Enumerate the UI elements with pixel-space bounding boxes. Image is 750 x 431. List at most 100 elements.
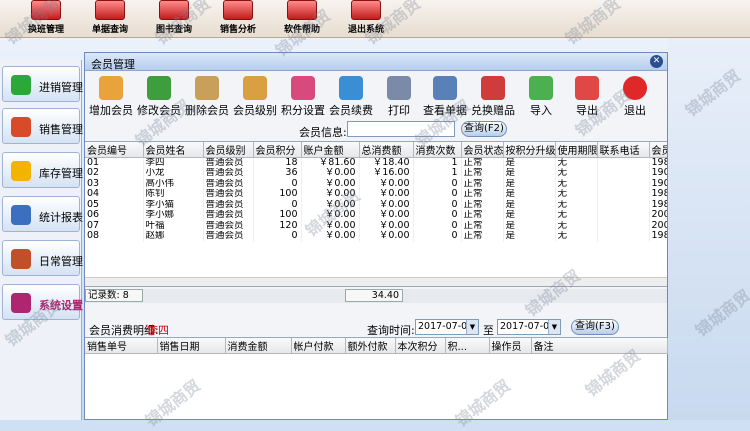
detail-column-header[interactable]: 销售日期 [157,338,226,354]
import-icon [529,76,553,100]
member-level-icon [243,76,267,100]
table-cell: 0 [413,220,462,231]
table-row[interactable]: 05李小猫普通会员0￥0.00￥0.000正常是无1981-8- [85,199,667,210]
column-header[interactable]: 会员积分 [253,142,302,158]
column-header[interactable]: 使用期限 [555,142,598,158]
table-row[interactable]: 06李小娜普通会员100￥0.00￥0.000正常是无2005-8- [85,210,667,221]
member-level-button[interactable]: 会员级别 [231,76,279,118]
table-cell: 1 [413,168,462,179]
detail-column-header[interactable]: 帐户付款 [291,338,346,354]
table-cell: 普通会员 [203,178,254,189]
table-cell: 1986-8- [649,157,667,168]
detail-column-header[interactable]: 积... [445,338,490,354]
column-header[interactable]: 会员级别 [203,142,254,158]
table-cell: 正常 [461,199,504,210]
table-cell: 高小伟 [143,178,204,189]
table-cell: 普通会员 [203,210,254,221]
table-row[interactable]: 04陈钊普通会员100￥0.00￥0.000正常是无1981-8- [85,189,667,200]
table-cell: 无 [555,220,598,231]
table-row[interactable]: 07叶福普通会员120￥0.00￥0.000正常是无2005-8- [85,220,667,231]
detail-member-name: 李四 [147,324,169,337]
table-cell: 0 [413,178,462,189]
import-button[interactable]: 导入 [517,76,565,118]
print-button[interactable]: 打印 [375,76,423,118]
table-cell: 普通会员 [203,231,254,242]
sidebar-item-daily[interactable]: 日常管理 [2,240,83,276]
table-cell: 1 [413,157,462,168]
table-cell: ￥81.60 [301,157,360,168]
sales-analysis-button[interactable]: 销售分析 [210,0,266,36]
table-cell: ￥0.00 [359,178,414,189]
window-titlebar: 会员管理 ✕ [85,53,667,71]
table-cell: 0 [413,189,462,200]
detail-query-button[interactable]: 查询(F3) [571,319,619,335]
search-label: 会员信息: [299,126,347,139]
redeem-gift-button[interactable]: 兑换赠品 [469,76,517,118]
table-cell: 是 [503,189,556,200]
sidebar-item-sales[interactable]: 销售管理 [2,108,83,144]
table-cell: 正常 [461,178,504,189]
table-cell: ￥0.00 [301,168,360,179]
printer-icon [387,76,411,100]
points-icon [291,76,315,100]
chevron-down-icon[interactable]: ▼ [466,320,478,334]
table-cell: 是 [503,199,556,210]
table-cell [597,157,650,168]
table-cell [597,168,650,179]
detail-column-header[interactable]: 额外付款 [345,338,396,354]
table-cell: 07 [85,220,144,231]
table-cell: 叶福 [143,220,204,231]
column-header[interactable]: 按积分升级 [503,142,556,158]
add-member-icon [99,76,123,100]
table-cell: 正常 [461,220,504,231]
detail-column-header[interactable]: 消费金额 [225,338,292,354]
table-cell: 普通会员 [203,168,254,179]
detail-column-header[interactable]: 销售单号 [85,338,158,354]
column-header[interactable]: 会员生日 [649,142,667,158]
sidebar-item-inventory[interactable]: 库存管理 [2,152,83,188]
table-row[interactable]: 03高小伟普通会员0￥0.00￥0.000正常是无1909-8- [85,178,667,189]
points-settings-button[interactable]: 积分设置 [279,76,327,118]
column-header[interactable]: 总消费额 [359,142,414,158]
table-cell: 1981-8- [649,199,667,210]
table-cell [597,231,650,242]
table-cell: 1905-8- [649,168,667,179]
table-cell: 普通会员 [203,157,254,168]
table-cell: 是 [503,231,556,242]
column-header[interactable]: 会员编号 [85,142,144,158]
sidebar-item-purchase[interactable]: 进销管理 [2,66,83,102]
table-row[interactable]: 08赵娜普通会员0￥0.00￥0.000正常是无1987-8- [85,231,667,242]
table-cell: 无 [555,199,598,210]
export-icon [575,76,599,100]
table-cell: 100 [253,189,302,200]
date-to-field[interactable]: 2017-07-04 ▼ [497,319,561,335]
detail-column-header[interactable]: 备注 [531,338,668,354]
table-cell: ￥0.00 [359,199,414,210]
table-cell: 是 [503,210,556,221]
chevron-down-icon[interactable]: ▼ [548,320,560,334]
member-renew-button[interactable]: 会员续费 [327,76,375,118]
sidebar-item-reports[interactable]: 统计报表 [2,196,83,232]
table-cell: 0 [413,199,462,210]
table-row[interactable]: 01李四普通会员18￥81.60￥18.401正常是无 1986-8- [85,157,667,168]
table-cell: 04 [85,189,144,200]
add-member-button[interactable]: 增加会员 [87,76,135,118]
column-header[interactable]: 联系电话 [597,142,650,158]
table-cell: ￥18.40 [359,157,414,168]
date-from-field[interactable]: 2017-07-04 ▼ [415,319,479,335]
column-header[interactable]: 账户金额 [301,142,360,158]
table-cell: 03 [85,178,144,189]
table-cell [597,199,650,210]
column-header[interactable]: 会员状态 [461,142,504,158]
analysis-icon [223,0,253,20]
table-cell: 100 [253,210,302,221]
detail-column-header[interactable]: 操作员 [489,338,532,354]
table-cell: 是 [503,157,556,168]
order-query-button[interactable]: 单据查询 [82,0,138,36]
table-row[interactable]: 02小龙普通会员36￥0.00￥16.001正常是无 1905-8- [85,168,667,179]
detail-column-header[interactable]: 本次积分 [395,338,446,354]
query-button[interactable]: 查询(F2) [461,121,507,137]
table-cell: 普通会员 [203,189,254,200]
close-icon[interactable]: ✕ [650,55,663,68]
table-cell: 正常 [461,189,504,200]
